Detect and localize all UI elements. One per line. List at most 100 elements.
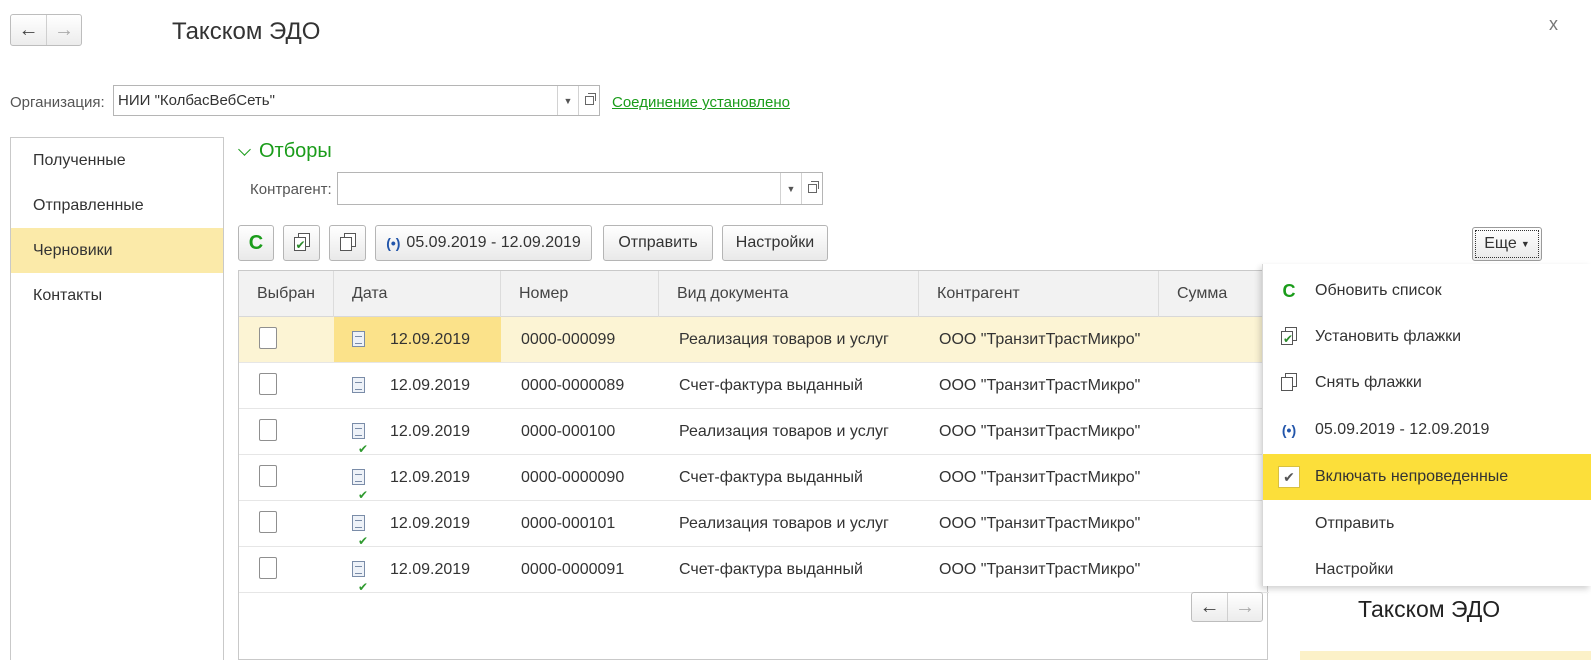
row-date: 12.09.2019	[390, 561, 471, 578]
organization-open-button[interactable]	[578, 86, 599, 115]
menu-item-settings[interactable]: Настройки	[1263, 547, 1591, 593]
column-header-doc-type[interactable]: Вид документа	[659, 271, 919, 317]
table-row[interactable]: 12.09.2019 0000-0000090 Счет-фактура выд…	[239, 455, 1269, 518]
forward-button[interactable]: →	[46, 15, 81, 45]
date-cell: 12.09.2019	[334, 317, 501, 362]
row-doc-type: Счет-фактура выданный	[679, 377, 863, 394]
menu-item-send[interactable]: Отправить	[1263, 501, 1591, 547]
check-all-button[interactable]: ✔	[283, 225, 320, 261]
sidebar-item-received[interactable]: Полученные	[11, 138, 223, 183]
table-row[interactable]: 12.09.2019 0000-000101 Реализация товаро…	[239, 501, 1269, 564]
posted-document-icon	[352, 469, 368, 518]
period-icon: (•)	[386, 235, 401, 251]
uncheck-all-button[interactable]	[329, 225, 366, 261]
check-all-icon: ✔	[293, 233, 311, 253]
menu-item-uncheck-all[interactable]: Снять флажки	[1263, 360, 1591, 406]
counterparty-open-button[interactable]	[801, 173, 822, 204]
table-row[interactable]: 12.09.2019 0000-000099 Реализация товаро…	[239, 317, 1269, 363]
settings-label: Настройки	[735, 234, 815, 251]
row-doc-type: Счет-фактура выданный	[679, 469, 863, 486]
more-button[interactable]: Еще ▼	[1472, 227, 1542, 261]
refresh-button[interactable]: C	[238, 225, 274, 261]
filters-toggle[interactable]: Отборы	[238, 140, 332, 163]
row-number: 0000-0000089	[521, 377, 625, 394]
row-counterparty: ООО "ТранзитТрастМикро"	[939, 423, 1141, 440]
chevron-down-icon: ▼	[786, 183, 796, 194]
row-date: 12.09.2019	[390, 423, 471, 440]
send-button[interactable]: Отправить	[603, 225, 713, 261]
column-header-selected[interactable]: Выбран	[239, 271, 334, 317]
column-header-amount[interactable]: Сумма	[1159, 271, 1269, 317]
table-row[interactable]: 12.09.2019 0000-0000091 Счет-фактура выд…	[239, 547, 1269, 610]
row-doc-type: Счет-фактура выданный	[679, 561, 863, 578]
period-icon: (•)	[1281, 422, 1297, 438]
row-checkbox[interactable]	[259, 419, 277, 441]
close-button[interactable]: x	[1549, 14, 1558, 35]
filters-label: Отборы	[259, 140, 332, 162]
menu-item-check-all[interactable]: ✔ Установить флажки	[1263, 314, 1591, 360]
sidebar-item-drafts[interactable]: Черновики	[11, 228, 223, 273]
row-date: 12.09.2019	[390, 515, 471, 532]
row-checkbox[interactable]	[259, 511, 277, 533]
check-all-icon: ✔	[1280, 327, 1298, 347]
row-checkbox[interactable]	[259, 465, 277, 487]
open-icon	[807, 181, 819, 193]
menu-item-refresh[interactable]: C Обновить список	[1263, 268, 1591, 314]
date-cell: 12.09.2019	[334, 409, 501, 472]
secondary-window-highlight	[1300, 651, 1591, 660]
row-counterparty: ООО "ТранзитТрастМикро"	[939, 469, 1141, 486]
forward-button-secondary[interactable]: →	[1227, 593, 1262, 621]
column-header-number[interactable]: Номер	[501, 271, 659, 317]
row-doc-type: Реализация товаров и услуг	[679, 515, 889, 532]
chevron-down-icon: ▼	[563, 95, 573, 106]
arrow-right-icon: →	[54, 18, 74, 41]
send-label: Отправить	[618, 234, 698, 251]
row-doc-type: Реализация товаров и услуг	[679, 423, 889, 440]
documents-table: Выбран Дата Номер Вид документа Контраге…	[238, 270, 1269, 660]
row-date: 12.09.2019	[390, 469, 471, 486]
row-counterparty: ООО "ТранзитТрастМикро"	[939, 515, 1141, 532]
row-checkbox[interactable]	[259, 327, 277, 349]
row-checkbox[interactable]	[259, 557, 277, 579]
menu-item-include-unposted[interactable]: ✔ Включать непроведенные	[1263, 454, 1591, 500]
period-button[interactable]: (•) 05.09.2019 - 12.09.2019	[375, 225, 592, 261]
row-number: 0000-000101	[521, 515, 616, 532]
more-menu: C Обновить список ✔ Установить флажки Сн…	[1262, 264, 1591, 586]
menu-item-period[interactable]: (•) 05.09.2019 - 12.09.2019	[1263, 407, 1591, 453]
row-doc-type: Реализация товаров и услуг	[679, 331, 889, 348]
table-header: Выбран Дата Номер Вид документа Контраге…	[239, 271, 1269, 317]
settings-button[interactable]: Настройки	[722, 225, 828, 261]
sidebar-item-contacts[interactable]: Контакты	[11, 273, 223, 318]
connection-status-link[interactable]: Соединение установлено	[612, 94, 790, 111]
period-label: 05.09.2019 - 12.09.2019	[406, 234, 581, 251]
document-icon	[352, 331, 365, 347]
date-cell: 12.09.2019	[334, 363, 501, 408]
history-nav: ← →	[10, 14, 82, 46]
row-counterparty: ООО "ТранзитТрастМикро"	[939, 561, 1141, 578]
open-icon	[584, 93, 596, 105]
secondary-window-title: Такском ЭДО	[1358, 596, 1501, 622]
organization-label: Организация:	[10, 94, 105, 111]
history-nav-secondary: ← →	[1191, 592, 1263, 622]
column-header-date[interactable]: Дата	[334, 271, 501, 317]
table-row[interactable]: 12.09.2019 0000-0000089 Счет-фактура выд…	[239, 363, 1269, 409]
counterparty-label: Контрагент:	[250, 181, 332, 198]
uncheck-all-icon	[339, 233, 357, 253]
sidebar-item-sent[interactable]: Отправленные	[11, 183, 223, 228]
row-checkbox[interactable]	[259, 373, 277, 395]
posted-document-icon	[352, 515, 368, 564]
column-header-counterparty[interactable]: Контрагент	[919, 271, 1159, 317]
back-button-secondary[interactable]: ←	[1192, 593, 1227, 621]
back-button[interactable]: ←	[11, 15, 46, 45]
counterparty-field[interactable]: ▼	[337, 172, 823, 205]
row-number: 0000-000100	[521, 423, 616, 440]
row-number: 0000-0000091	[521, 561, 625, 578]
organization-dropdown-button[interactable]: ▼	[557, 86, 578, 115]
window-title: Такском ЭДО	[172, 18, 321, 45]
more-label: Еще	[1484, 235, 1517, 252]
row-date: 12.09.2019	[390, 377, 471, 394]
row-counterparty: ООО "ТранзитТрастМикро"	[939, 377, 1141, 394]
counterparty-dropdown-button[interactable]: ▼	[780, 173, 801, 204]
table-row[interactable]: 12.09.2019 0000-000100 Реализация товаро…	[239, 409, 1269, 472]
organization-field[interactable]: НИИ "КолбасВебСеть" ▼	[113, 85, 600, 116]
